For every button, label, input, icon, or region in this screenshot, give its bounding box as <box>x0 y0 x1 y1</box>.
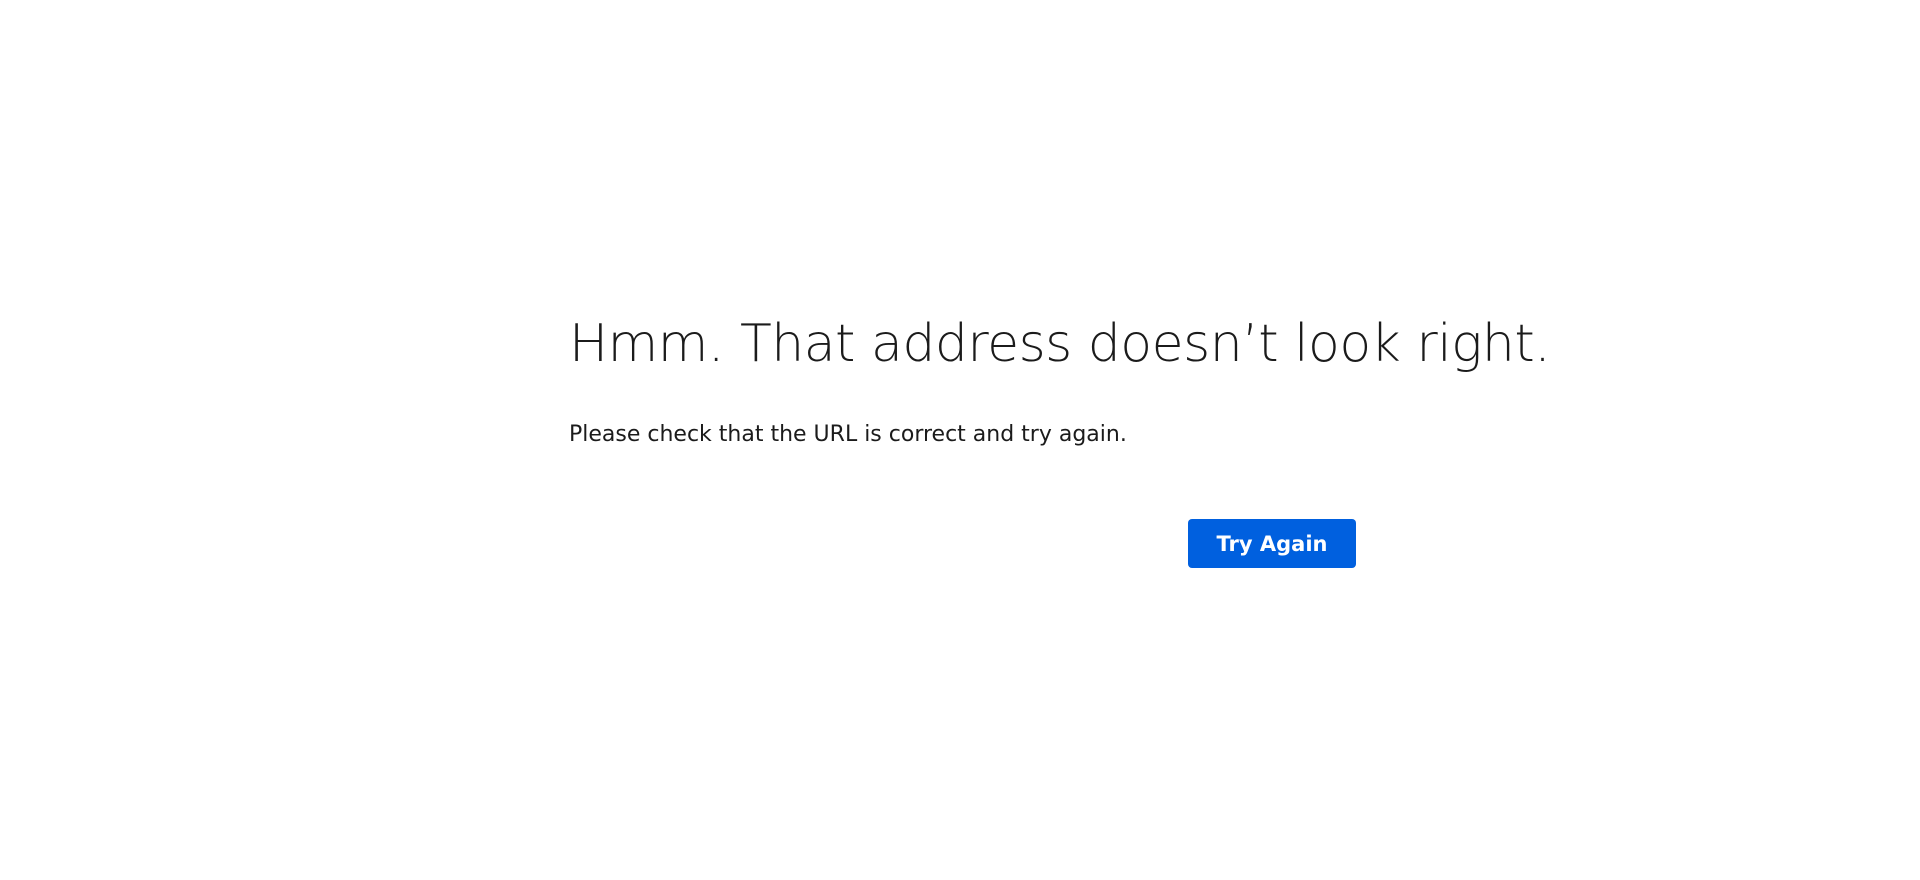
try-again-button[interactable]: Try Again <box>1188 519 1356 568</box>
error-title: Hmm. That address doesn’t look right. <box>569 314 1551 374</box>
error-page: Hmm. That address doesn’t look right. Pl… <box>0 0 1920 880</box>
error-message: Please check that the URL is correct and… <box>569 422 1127 447</box>
error-panel: Hmm. That address doesn’t look right. Pl… <box>569 312 1551 568</box>
